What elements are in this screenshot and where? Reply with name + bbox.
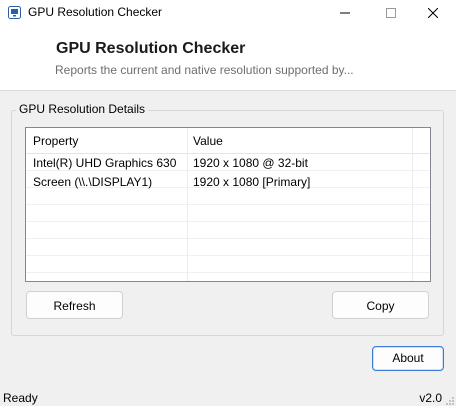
list-grid-line — [26, 204, 430, 222]
maximize-icon — [386, 8, 396, 18]
status-bar: Ready v2.0 — [0, 388, 456, 406]
status-text: Ready — [3, 391, 38, 405]
close-button[interactable] — [410, 0, 456, 26]
column-header-value[interactable]: Value — [193, 134, 223, 148]
minimize-icon — [340, 12, 350, 14]
version-label: v2.0 — [419, 391, 442, 405]
main-window: GPU Resolution Checker GPU Resolution Ch… — [0, 0, 456, 406]
list-grid-line — [26, 187, 430, 205]
refresh-button[interactable]: Refresh — [26, 291, 123, 319]
list-cell-property: Intel(R) UHD Graphics 630 — [33, 156, 177, 170]
title-bar[interactable]: GPU Resolution Checker — [0, 0, 456, 26]
list-cell-value: 1920 x 1080 @ 32-bit — [193, 156, 308, 170]
close-icon — [428, 8, 438, 18]
list-cell-property: Screen (\\.\DISPLAY1) — [33, 175, 153, 189]
copy-button[interactable]: Copy — [332, 291, 429, 319]
resize-grip-icon[interactable] — [445, 395, 455, 405]
list-grid-line — [26, 238, 430, 256]
app-icon — [8, 6, 21, 19]
column-divider[interactable] — [187, 128, 188, 281]
column-header-property[interactable]: Property — [33, 134, 78, 148]
groupbox-label: GPU Resolution Details — [16, 102, 149, 116]
list-header: Property Value — [26, 128, 430, 154]
about-button[interactable]: About — [372, 346, 444, 371]
header-title: GPU Resolution Checker — [56, 40, 246, 57]
details-listview[interactable]: Property Value Intel(R) UHD Graphics 630… — [25, 127, 431, 282]
list-cell-value: 1920 x 1080 [Primary] — [193, 175, 311, 189]
window-title: GPU Resolution Checker — [28, 5, 163, 19]
header-subtitle: Reports the current and native resolutio… — [55, 63, 354, 77]
column-divider[interactable] — [412, 128, 413, 281]
maximize-button[interactable] — [368, 0, 414, 26]
header-panel: GPU Resolution Checker Reports the curre… — [0, 26, 456, 91]
list-grid-line — [26, 255, 430, 273]
minimize-button[interactable] — [322, 0, 368, 26]
list-grid-line — [26, 221, 430, 239]
list-grid-line — [26, 272, 430, 281]
